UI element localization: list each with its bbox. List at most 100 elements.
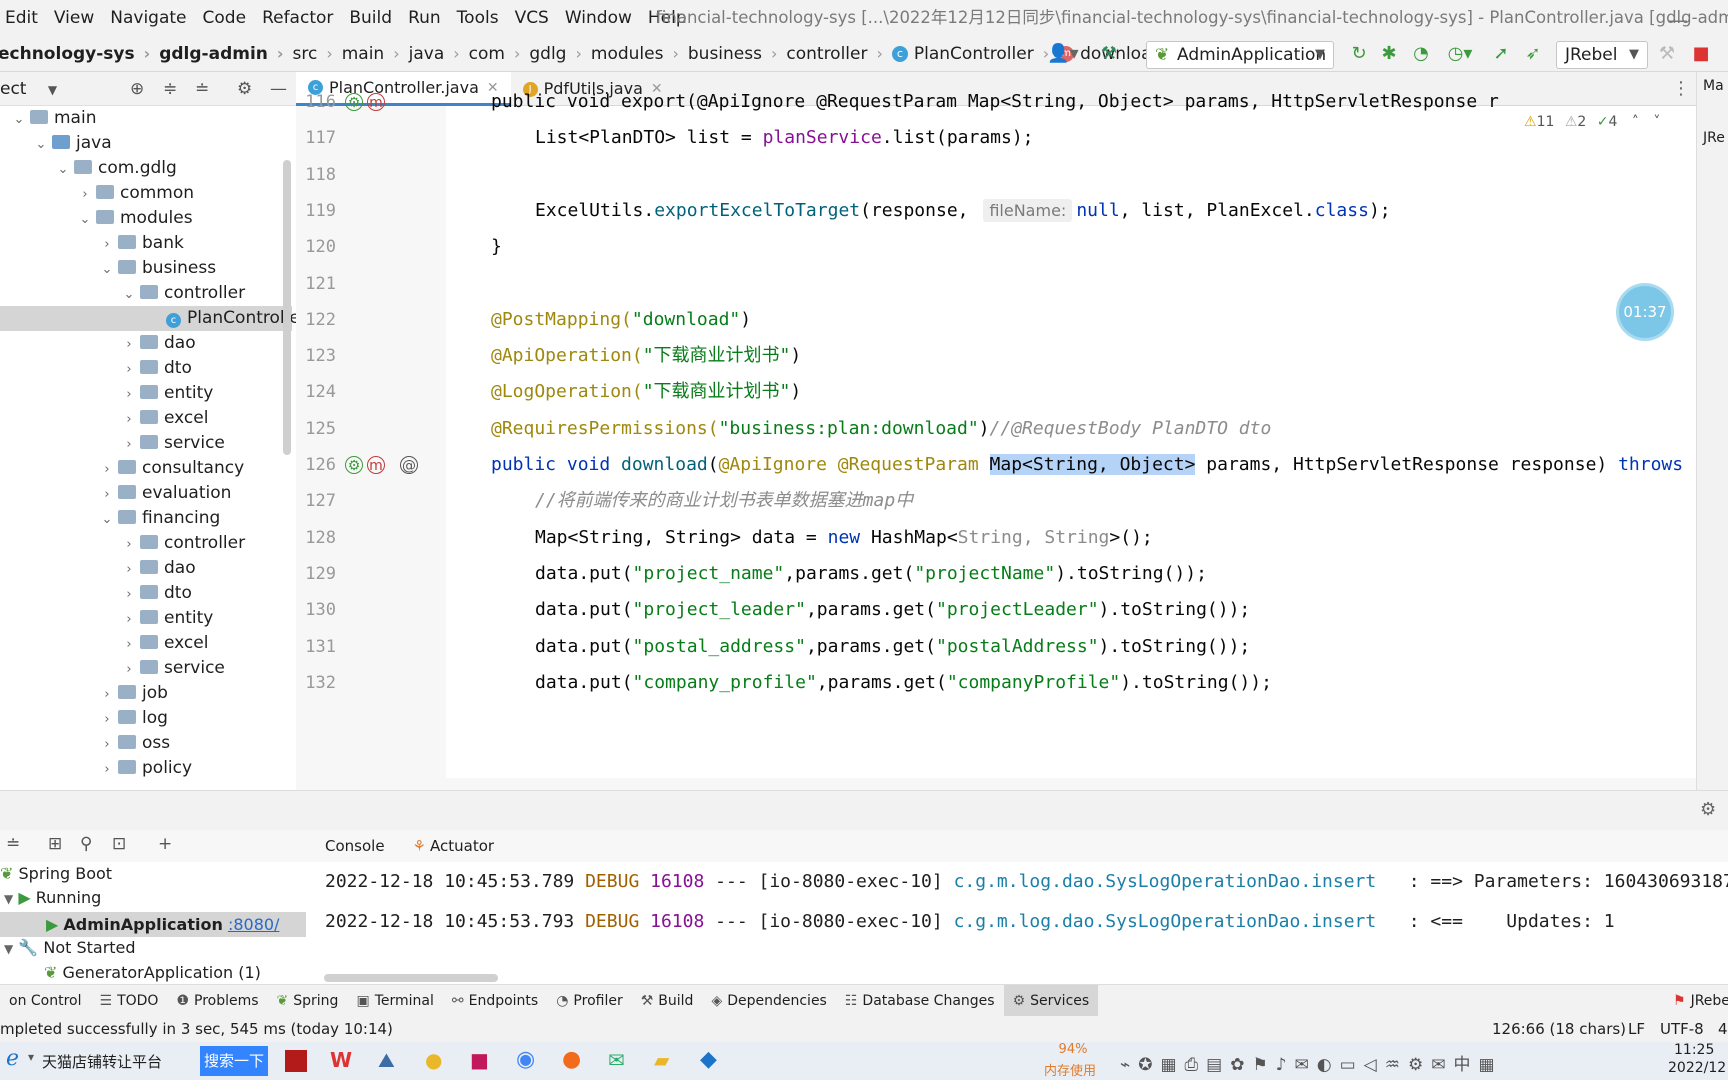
chevron-down-icon[interactable]: ⌄: [10, 107, 28, 132]
chevron-right-icon[interactable]: ›: [120, 407, 138, 432]
tree-node[interactable]: › dao: [120, 556, 195, 581]
chevron-down-icon[interactable]: ⌄: [120, 282, 138, 307]
code-line[interactable]: //将前端传来的商业计划书表单数据塞进map中: [535, 483, 913, 523]
chevron-right-icon[interactable]: ›: [120, 332, 138, 357]
menu-code[interactable]: Code: [194, 8, 256, 28]
taskbar-search-button[interactable]: 搜索一下: [200, 1046, 268, 1076]
clock-time[interactable]: 11:25: [1674, 1042, 1714, 1058]
right-panel-label[interactable]: Ma: [1703, 78, 1728, 94]
endpoint-icon[interactable]: ⚙: [345, 93, 363, 111]
code-line[interactable]: public void export(@ApiIgnore @RequestPa…: [491, 84, 1499, 124]
line-separator[interactable]: LF: [1628, 1016, 1645, 1042]
services-not-started[interactable]: ▼ 🔧 Not Started: [4, 938, 136, 957]
app-port-link[interactable]: :8080/: [228, 915, 280, 934]
tree-node[interactable]: › dao: [120, 331, 195, 357]
services-generator[interactable]: ❦ GeneratorApplication (1): [44, 963, 261, 982]
caret-position[interactable]: 126:66 (18 chars): [1492, 1016, 1626, 1042]
coverage-icon[interactable]: ◔: [1410, 42, 1432, 66]
tab-console[interactable]: Console: [310, 837, 385, 855]
code-line[interactable]: public void download(@ApiIgnore @Request…: [491, 447, 1683, 487]
code-line[interactable]: List<PlanDTO> list = planService.list(pa…: [535, 120, 1034, 160]
jrebel-run-icon[interactable]: ➚: [1490, 42, 1512, 66]
code-line[interactable]: @PostMapping("download"): [491, 302, 751, 342]
jrebel-debug-icon[interactable]: ➶: [1522, 42, 1544, 66]
tree-node[interactable]: ⌄ java: [32, 131, 112, 156]
debug-bug-icon[interactable]: ✱: [1378, 42, 1400, 66]
chevron-right-icon[interactable]: ›: [98, 482, 116, 507]
build-hammer-icon[interactable]: ⚒: [1098, 42, 1120, 66]
run-config-select[interactable]: AdminApplication ▼ ❦: [1146, 41, 1334, 69]
breadcrumb-main[interactable]: main ›: [342, 44, 409, 64]
more-tabs-icon[interactable]: ⋮: [1672, 78, 1690, 99]
tree-node[interactable]: › consultancy: [98, 456, 244, 481]
hide-panel-icon[interactable]: —: [270, 72, 287, 106]
tree-node[interactable]: › policy: [98, 756, 192, 781]
tool-jrebel[interactable]: ⚑JRebel: [1664, 993, 1728, 1009]
wps-icon[interactable]: W: [330, 1048, 352, 1072]
project-view-selector[interactable]: ect: [0, 79, 26, 99]
app-icon[interactable]: ●: [425, 1048, 442, 1072]
chevron-down-icon[interactable]: ⌄: [54, 157, 72, 182]
user-icon[interactable]: 👤▾: [1046, 42, 1080, 66]
code-line[interactable]: @ApiOperation("下载商业计划书"): [491, 338, 801, 378]
code-line[interactable]: @RequiresPermissions("business:plan:down…: [491, 411, 1271, 451]
console-line[interactable]: 2022-12-18 10:45:53.793 DEBUG 16108 --- …: [325, 902, 1615, 942]
indent-setting[interactable]: 4: [1718, 1016, 1728, 1042]
chevron-down-icon[interactable]: ▾: [28, 1050, 34, 1064]
rerun-icon[interactable]: ↻: [1348, 42, 1370, 66]
ie-browser-icon[interactable]: ℯ: [6, 1046, 19, 1071]
code-line[interactable]: data.put("company_profile",params.get("c…: [535, 665, 1272, 705]
code-line[interactable]: ExcelUtils.exportExcelToTarget(response,…: [535, 193, 1391, 233]
file-encoding[interactable]: UTF-8: [1660, 1016, 1704, 1042]
code-line[interactable]: data.put("project_name",params.get("proj…: [535, 556, 1207, 596]
code-line[interactable]: data.put("project_leader",params.get("pr…: [535, 592, 1250, 632]
console-scrollbar[interactable]: [324, 974, 498, 982]
add-icon[interactable]: +: [158, 834, 172, 854]
tree-node[interactable]: › entity: [120, 606, 213, 631]
postman-icon[interactable]: ●: [562, 1047, 581, 1072]
tree-node[interactable]: ⌄ modules: [76, 206, 193, 231]
menu-window[interactable]: Window: [556, 8, 641, 28]
tree-node[interactable]: › dto: [120, 581, 191, 606]
tool-terminal[interactable]: ▣ Terminal: [347, 993, 442, 1009]
method-marker-icon[interactable]: m: [367, 93, 385, 111]
tool-spring[interactable]: ❦ Spring: [268, 993, 348, 1009]
tree-node[interactable]: › service: [120, 656, 225, 681]
taskbar-search-input[interactable]: 天猫店铺转让平台: [42, 1051, 162, 1072]
chevron-down-icon[interactable]: ˅: [1653, 114, 1660, 130]
breadcrumb-src[interactable]: src ›: [293, 44, 342, 64]
menu-vcs[interactable]: VCS: [506, 8, 558, 28]
menu-navigate[interactable]: Navigate: [101, 8, 195, 28]
tree-node[interactable]: ⌄ com.gdlg: [54, 156, 177, 181]
tree-node[interactable]: ⌄ main: [10, 106, 97, 132]
tree-node[interactable]: › service: [120, 431, 225, 456]
tree-node[interactable]: ⌄ controller: [120, 281, 246, 307]
tree-node[interactable]: c PlanController: [0, 306, 296, 331]
breadcrumb-com[interactable]: com ›: [469, 44, 530, 64]
console-line[interactable]: 2022-12-18 10:45:53.789 DEBUG 16108 --- …: [325, 862, 1728, 902]
new-service-icon[interactable]: ⊡: [112, 834, 126, 854]
settings-icon[interactable]: ⚙: [1700, 799, 1716, 820]
endpoint-icon[interactable]: ⚙: [345, 456, 363, 474]
breadcrumb-project[interactable]: echnology-sys ›: [0, 44, 159, 64]
collapse-all-icon[interactable]: ≐: [195, 72, 209, 106]
chevron-right-icon[interactable]: ›: [120, 657, 138, 682]
menu-edit[interactable]: Edit: [0, 8, 47, 28]
tree-node[interactable]: › common: [76, 181, 194, 206]
tree-node[interactable]: › bank: [98, 231, 183, 256]
chevron-down-icon[interactable]: ⌄: [98, 507, 116, 532]
breadcrumb-module[interactable]: gdlg-admin ›: [159, 44, 292, 64]
tree-scrollbar[interactable]: [283, 160, 291, 455]
services-spring-boot[interactable]: ❦ Spring Boot: [0, 864, 112, 883]
minimize-button[interactable]: —: [1668, 8, 1688, 32]
tool-services[interactable]: ⚙ Services: [1003, 984, 1099, 1017]
chevron-down-icon[interactable]: ⌄: [98, 257, 116, 282]
breadcrumb-java[interactable]: java ›: [409, 44, 469, 64]
chevron-up-icon[interactable]: ˄: [1632, 114, 1639, 130]
status-message[interactable]: mpleted successfully in 3 sec, 545 ms (t…: [0, 1016, 393, 1042]
wechat-icon[interactable]: ✉: [608, 1048, 625, 1072]
tree-node[interactable]: › controller: [120, 531, 245, 556]
chevron-right-icon[interactable]: ›: [120, 357, 138, 382]
code-line[interactable]: @LogOperation("下载商业计划书"): [491, 374, 801, 414]
tree-node[interactable]: › excel: [120, 406, 208, 431]
